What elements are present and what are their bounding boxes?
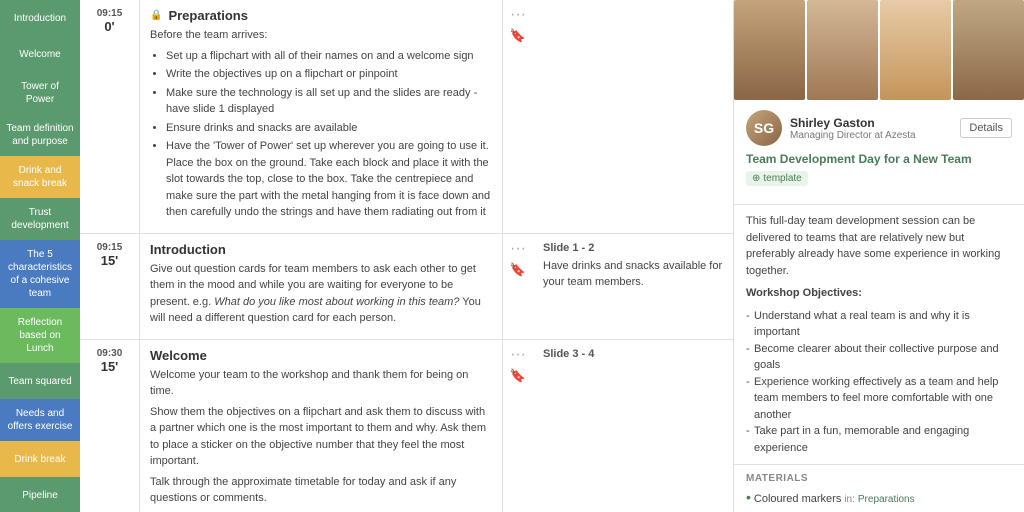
right-panel: SG Shirley Gaston Managing Director at A…: [734, 0, 1024, 512]
session-body: Welcome Welcome your team to the workshop…: [140, 340, 503, 512]
presenter-row: SG Shirley Gaston Managing Director at A…: [746, 110, 1012, 146]
session-title: Welcome: [150, 348, 492, 363]
bookmark-icon[interactable]: 🔖: [510, 368, 526, 384]
template-icon: ⊕: [752, 173, 760, 184]
session-paragraph: Before the team arrives:: [150, 27, 492, 44]
presenter-title: Managing Director at Azesta: [790, 130, 952, 141]
photo-1: [734, 0, 805, 100]
sidebar-item-3[interactable]: Team definition and purpose: [0, 114, 80, 156]
material-in: in:: [844, 492, 855, 508]
session-bullet: Ensure drinks and snacks are available: [166, 120, 492, 137]
session-body: Introduction Give out question cards for …: [140, 234, 503, 339]
time-value: 09:30: [86, 348, 133, 359]
workshop-title: Team Development Day for a New Team: [746, 152, 1012, 166]
objective-item: Understand what a real team is and why i…: [746, 308, 1012, 341]
duration-value: 0': [86, 19, 133, 34]
materials-list: •Coloured markers in: Preparations•Drink…: [746, 490, 1012, 512]
material-link[interactable]: Preparations: [858, 492, 915, 508]
description-text: This full-day team development session c…: [746, 213, 1012, 279]
sidebar-item-6[interactable]: The 5 characteristics of a cohesive team: [0, 240, 80, 308]
presenter-details: Shirley Gaston Managing Director at Azes…: [790, 116, 952, 141]
session-notes: [533, 0, 733, 233]
sidebar: IntroductionWelcomeTower of PowerTeam de…: [0, 0, 80, 512]
session-title: 🔒Preparations: [150, 8, 492, 23]
session-bullet: Have the 'Tower of Power' set up whereve…: [166, 138, 492, 221]
sidebar-item-8[interactable]: Team squared: [0, 363, 80, 399]
sidebar-item-11[interactable]: Pipeline: [0, 477, 80, 512]
session-time: 09:1515': [80, 234, 140, 339]
sidebar-item-4[interactable]: Drink and snack break: [0, 156, 80, 198]
session-actions: ··· 🔖: [503, 340, 533, 512]
session-paragraph: Welcome your team to the workshop and th…: [150, 367, 492, 400]
material-name: Coloured markers: [754, 491, 841, 509]
description-section: This full-day team development session c…: [734, 205, 1024, 465]
time-value: 09:15: [86, 8, 133, 19]
session-paragraph: Give out question cards for team members…: [150, 261, 492, 327]
duration-value: 15': [86, 253, 133, 268]
sidebar-item-5[interactable]: Trust development: [0, 198, 80, 240]
slide-ref: Slide 3 - 4: [543, 348, 723, 360]
session-welcome: 09:3015' Welcome Welcome your team to the …: [80, 340, 733, 512]
objectives-list: Understand what a real team is and why i…: [746, 308, 1012, 457]
session-time: 09:150': [80, 0, 140, 233]
bullet-icon: •: [746, 509, 751, 512]
more-dots-icon[interactable]: ···: [510, 240, 526, 258]
session-bullet: Make sure the technology is all set up a…: [166, 85, 492, 118]
objective-item: Experience working effectively as a team…: [746, 374, 1012, 424]
session-preparations: 09:150' 🔒Preparations Before the team arri…: [80, 0, 733, 234]
session-paragraph: Talk through the approximate timetable f…: [150, 474, 492, 507]
session-bullet: Write the objectives up on a flipchart o…: [166, 66, 492, 83]
photo-4: [953, 0, 1024, 100]
sidebar-item-9[interactable]: Needs and offers exercise: [0, 399, 80, 441]
time-value: 09:15: [86, 242, 133, 253]
template-badge: ⊕ template: [746, 171, 808, 186]
session-body: 🔒Preparations Before the team arrives: Set…: [140, 0, 503, 233]
bullet-icon: •: [746, 490, 751, 504]
session-actions: ··· 🔖: [503, 0, 533, 233]
more-dots-icon[interactable]: ···: [510, 6, 526, 24]
main-content: 09:150'🔒PreparationsBefore the team arri…: [80, 0, 734, 512]
photo-2: [807, 0, 878, 100]
duration-value: 15': [86, 359, 133, 374]
lock-icon: 🔒: [150, 10, 162, 21]
sidebar-item-10[interactable]: Drink break: [0, 441, 80, 477]
photo-collage: [734, 0, 1024, 100]
session-bullet: Set up a flipchart with all of their nam…: [166, 48, 492, 65]
more-dots-icon[interactable]: ···: [510, 346, 526, 364]
presenter-name: Shirley Gaston: [790, 116, 952, 130]
material-item: •Drinks and snacks x 3 in: Introduction …: [746, 509, 1012, 512]
objective-item: Become clearer about their collective pu…: [746, 341, 1012, 374]
session-paragraph: Show them the objectives on a flipchart …: [150, 404, 492, 470]
session-notes: Slide 1 - 2 Have drinks and snacks availa…: [533, 234, 733, 339]
session-introduction: 09:1515' Introduction Give out question ca…: [80, 234, 733, 340]
session-bullets: Set up a flipchart with all of their nam…: [150, 48, 492, 221]
bookmark-icon[interactable]: 🔖: [510, 262, 526, 278]
materials-title: MATERIALS: [746, 473, 1012, 484]
sidebar-item-1[interactable]: Welcome: [0, 36, 80, 72]
materials-section: MATERIALS •Coloured markers in: Preparat…: [734, 465, 1024, 512]
session-notes: Slide 3 - 4: [533, 340, 733, 512]
details-button[interactable]: Details: [960, 118, 1012, 138]
sidebar-item-0[interactable]: Introduction: [0, 0, 80, 36]
session-note-text: Have drinks and snacks available for you…: [543, 258, 723, 291]
bookmark-icon[interactable]: 🔖: [510, 28, 526, 44]
sidebar-item-2[interactable]: Tower of Power: [0, 72, 80, 114]
objectives-header: Workshop Objectives:: [746, 285, 1012, 302]
session-title: Introduction: [150, 242, 492, 257]
session-actions: ··· 🔖: [503, 234, 533, 339]
sidebar-item-7[interactable]: Reflection based on Lunch: [0, 308, 80, 363]
presenter-info: SG Shirley Gaston Managing Director at A…: [734, 100, 1024, 205]
material-item: •Coloured markers in: Preparations: [746, 490, 1012, 509]
photo-3: [880, 0, 951, 100]
session-time: 09:3015': [80, 340, 140, 512]
objective-item: Take part in a fun, memorable and engagi…: [746, 423, 1012, 456]
template-label: template: [763, 173, 801, 184]
avatar: SG: [746, 110, 782, 146]
slide-ref: Slide 1 - 2: [543, 242, 723, 254]
